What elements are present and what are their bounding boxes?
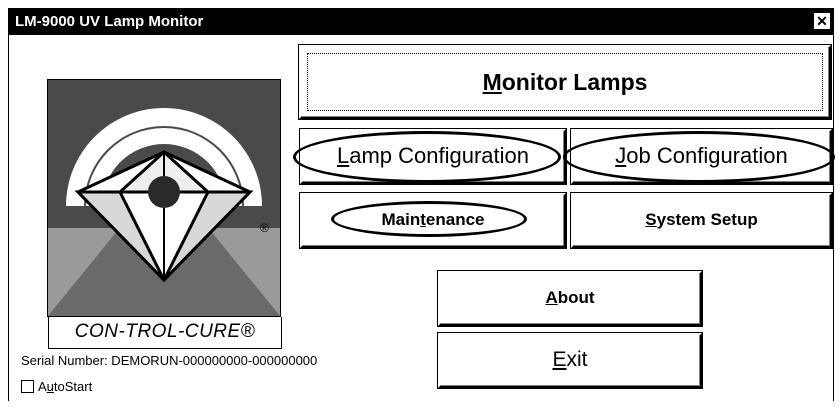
app-window: LM-9000 UV Lamp Monitor ✕ ® CON-TROL-CUR… [8,8,835,402]
con-trol-cure-logo: ® CON-TROL-CURE® [47,79,282,349]
system-setup-label: System Setup [645,210,758,229]
checkbox-box[interactable] [21,380,34,393]
system-setup-button[interactable]: System Setup [571,193,832,248]
about-button[interactable]: About [438,271,702,326]
maintenance-button[interactable]: Maintenance [300,193,566,248]
about-label: About [545,288,595,307]
exit-label: Exit [552,348,588,371]
autostart-checkbox[interactable]: AutoStart [21,379,92,394]
lamp-configuration-label: Lamp Configuration [336,143,530,168]
client-area: ® CON-TROL-CURE® Monitor Lamps Lamp Conf… [9,35,835,402]
registered-mark: ® [260,221,269,235]
monitor-lamps-button[interactable]: Monitor Lamps [299,45,831,119]
focus-rectangle [307,53,823,111]
lamp-configuration-button[interactable]: Lamp Configuration [300,129,566,184]
logo-caption: CON-TROL-CURE® [48,317,282,349]
title-bar[interactable]: LM-9000 UV Lamp Monitor ✕ [9,9,833,35]
maintenance-label: Maintenance [381,210,485,229]
autostart-label: AutoStart [38,379,93,394]
serial-number: Serial Number: DEMORUN-000000000-0000000… [21,353,318,368]
job-configuration-button[interactable]: Job Configuration [571,129,832,184]
exit-button[interactable]: Exit [438,333,702,388]
job-configuration-label: Job Configuration [615,143,788,168]
window-title: LM-9000 UV Lamp Monitor [15,13,204,30]
diamond-logo-graphic: ® [48,80,280,316]
close-icon[interactable]: ✕ [813,12,831,30]
